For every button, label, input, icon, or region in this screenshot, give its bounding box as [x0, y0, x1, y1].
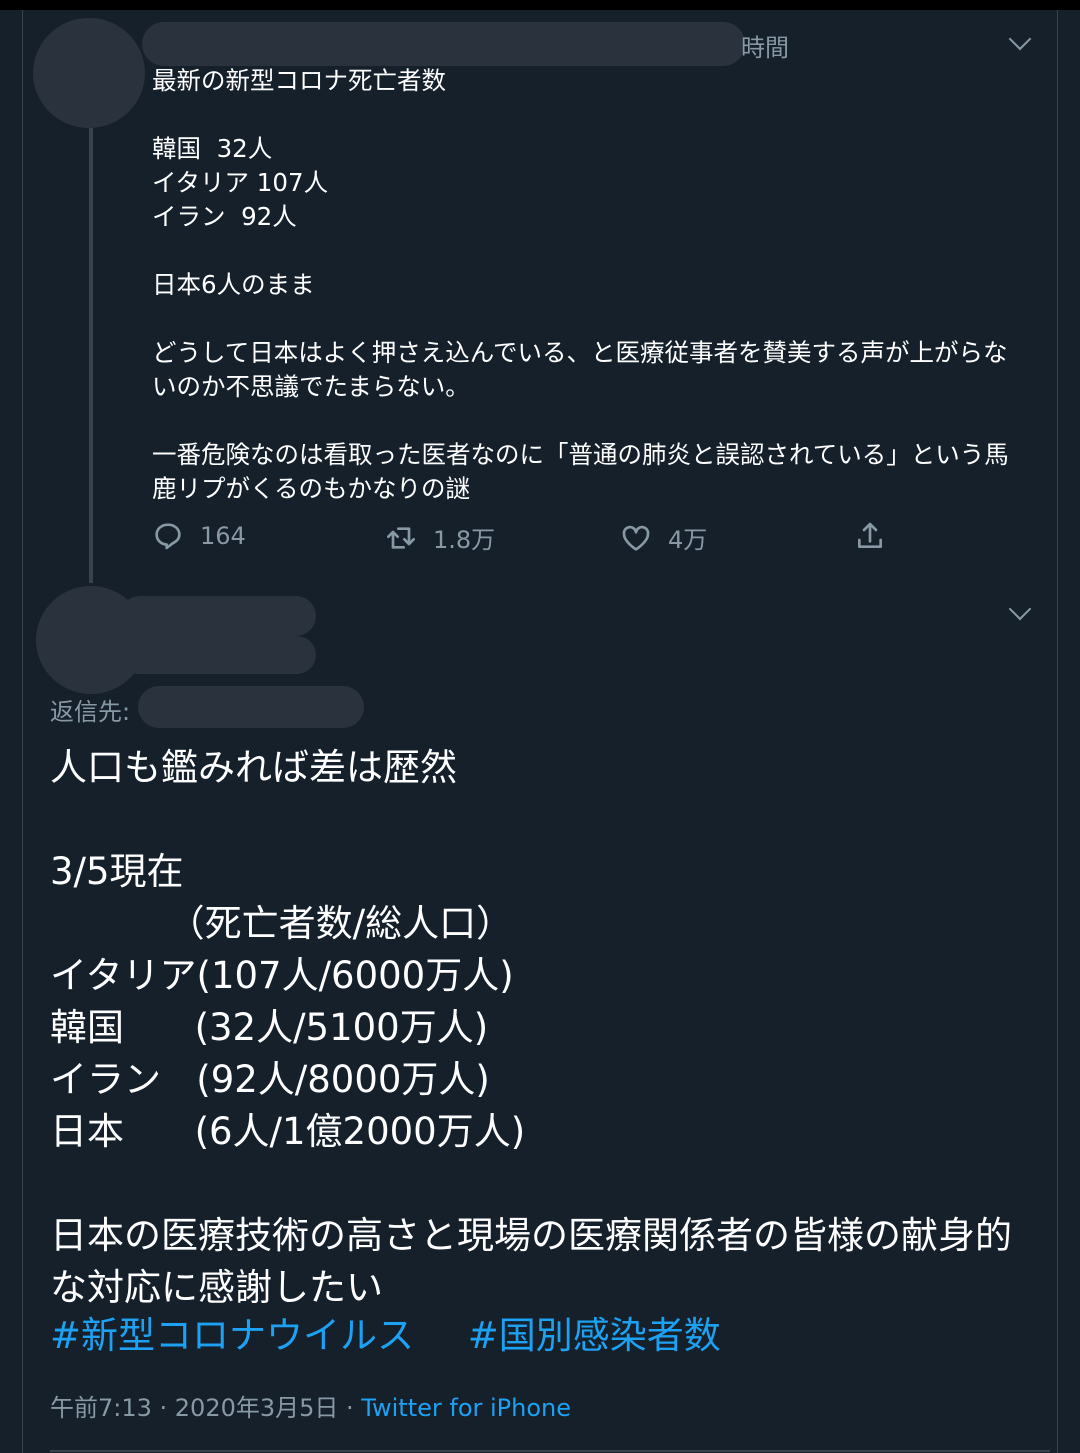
redacted-user-name	[142, 22, 745, 66]
chevron-down-icon[interactable]	[1008, 27, 1032, 51]
tweet-text: 人口も鑑みれば差は歴然 3/5現在 （死亡者数/総人口） イタリア(107人/6…	[50, 746, 1012, 1309]
redacted-display-name	[120, 596, 316, 636]
timeline-border-left	[22, 10, 23, 1453]
timeline-border-right	[1057, 10, 1058, 1453]
like-count: 4万	[668, 526, 708, 554]
share-icon	[858, 522, 882, 548]
tweet-timestamp: 午前7:13 · 2020年3月5日 ·	[50, 1394, 362, 1422]
tweet-text: 最新の新型コロナ死亡者数 韓国 32人 イタリア 107人 イラン 92人 日本…	[152, 66, 1009, 503]
hashtag-link[interactable]: #新型コロナウイルス	[50, 1314, 414, 1357]
reply-to-line: 返信先:	[50, 692, 130, 727]
reply-icon	[155, 523, 181, 550]
like-button[interactable]: 4万	[620, 520, 707, 555]
retweet-button[interactable]: 1.8万	[385, 520, 495, 555]
redacted-handle	[120, 636, 316, 674]
chevron-down-icon[interactable]	[1008, 597, 1032, 621]
reply-to-label: 返信先:	[50, 698, 131, 726]
avatar[interactable]	[33, 18, 145, 128]
retweet-icon	[387, 526, 415, 549]
hashtag-link[interactable]: #国別感染者数	[468, 1314, 721, 1357]
reply-count: 164	[200, 522, 246, 550]
divider	[50, 1450, 1050, 1452]
redacted-reply-handle[interactable]	[138, 686, 364, 728]
share-button[interactable]	[854, 520, 902, 552]
like-icon	[622, 525, 650, 551]
retweet-count: 1.8万	[433, 526, 496, 554]
hashtag-list: #新型コロナウイルス #国別感染者数	[50, 1310, 763, 1362]
status-bar-edge	[0, 0, 1080, 10]
thread-line	[89, 128, 93, 583]
reply-button[interactable]: 164	[152, 520, 246, 552]
tweet-source-link[interactable]: Twitter for iPhone	[361, 1394, 571, 1422]
tweet-meta: 午前7:13 · 2020年3月5日 · Twitter for iPhone	[50, 1388, 571, 1423]
tweet-time: 時間	[741, 34, 789, 62]
